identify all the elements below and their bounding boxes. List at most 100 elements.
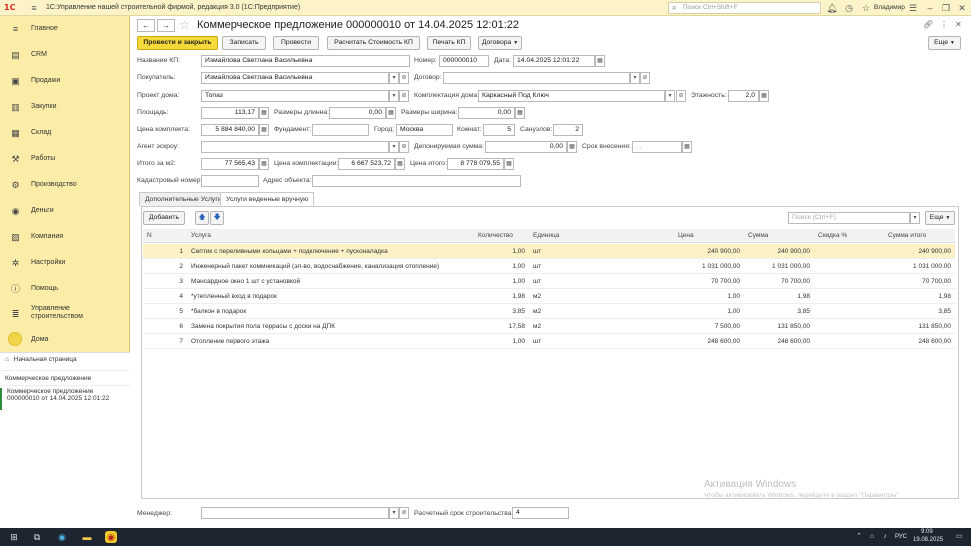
back-button[interactable]: ←	[137, 19, 155, 32]
length-field[interactable]: 0,00	[329, 107, 386, 119]
file-explorer-icon[interactable]: ▬	[81, 531, 93, 543]
clock-date[interactable]: 19.08.2025	[913, 537, 943, 543]
history-icon[interactable]: ◷	[843, 2, 855, 14]
edge-icon[interactable]: ◉	[56, 531, 68, 543]
calculator-icon[interactable]: ▦	[759, 90, 769, 102]
total-field[interactable]: 8 778 079,55	[447, 158, 504, 170]
more-button[interactable]: Еще ▼	[928, 36, 961, 50]
sidebar-item-production[interactable]: ⚙ Производство	[0, 177, 130, 195]
calculator-icon[interactable]: ▦	[259, 107, 269, 119]
calculator-icon[interactable]: ▦	[395, 158, 405, 170]
agent-field[interactable]	[201, 141, 389, 153]
chevron-down-icon[interactable]: ▾	[389, 90, 399, 102]
close-form-icon[interactable]: ✕	[955, 20, 962, 29]
more-vert-icon[interactable]: ⋮	[940, 20, 948, 29]
language-indicator[interactable]: РУС	[895, 534, 907, 540]
open-document-link[interactable]: Коммерческое предложение 000000010 от 14…	[0, 388, 130, 410]
move-up-icon[interactable]: 🡅	[195, 211, 209, 225]
sidebar-item-purchases[interactable]: ▥ Закупки	[0, 99, 130, 117]
windows-start-icon[interactable]: ⊞	[8, 531, 20, 543]
minimize-icon[interactable]: –	[924, 2, 936, 14]
notifications-icon[interactable]: ▭	[953, 531, 965, 543]
table-row[interactable]: 6 Замена покрытия пола террасы с доски на…	[143, 319, 955, 334]
grid-more-button[interactable]: Еще ▼	[925, 211, 955, 225]
calc-cost-button[interactable]: Расчитать Стоимость КП	[327, 36, 420, 50]
print-button[interactable]: Печать КП	[427, 36, 471, 50]
name-field[interactable]: Измайлова Светлана Васильевна	[201, 55, 410, 67]
tab-manual-services[interactable]: Услуги веденные вручную	[220, 192, 315, 206]
sidebar-item-help[interactable]: ⓘ Помощь	[0, 281, 130, 299]
close-icon[interactable]: ✕	[956, 2, 968, 14]
maximize-icon[interactable]: ❐	[940, 2, 952, 14]
sidebar-item-main[interactable]: ≡ Главное	[0, 21, 130, 39]
forward-button[interactable]: →	[157, 19, 175, 32]
chevron-down-icon[interactable]: ▾	[665, 90, 675, 102]
clock-time[interactable]: 9:09	[921, 529, 933, 535]
add-button[interactable]: Добавить	[143, 211, 185, 225]
user-name[interactable]: Владимир	[874, 4, 905, 11]
chevron-down-icon[interactable]: ▾	[910, 212, 920, 224]
col-qty[interactable]: Количество	[478, 232, 513, 239]
open-link-icon[interactable]: ⊘	[399, 72, 409, 84]
kitpricetotal-field[interactable]: 6 667 523,72	[338, 158, 395, 170]
cadastral-field[interactable]	[201, 175, 259, 187]
calculator-icon[interactable]: ▦	[259, 158, 269, 170]
date-field[interactable]: 14.04.2025 12:01:22	[513, 55, 595, 67]
chevron-down-icon[interactable]: ▾	[389, 72, 399, 84]
onec-app-icon[interactable]: ◉	[105, 531, 117, 543]
volume-icon[interactable]: ♪	[879, 531, 891, 543]
address-field[interactable]	[312, 175, 521, 187]
buildterm-field[interactable]: 4	[512, 507, 569, 519]
favorites-icon[interactable]: ☆	[860, 2, 872, 14]
table-row[interactable]: 5 *балкон в подарок 3,85 м2 1,00 3,85 3,85	[143, 304, 955, 319]
manager-field[interactable]	[201, 507, 389, 519]
deposit-field[interactable]: 0,00	[485, 141, 567, 153]
col-total[interactable]: Сумма итого	[888, 232, 926, 239]
col-service[interactable]: Услуга	[191, 232, 211, 239]
open-link-icon[interactable]: ⊘	[399, 507, 409, 519]
calculator-icon[interactable]: ▦	[515, 107, 525, 119]
col-n[interactable]: N	[147, 232, 152, 239]
home-page-link[interactable]: ⌂ Начальная страница	[0, 356, 130, 363]
sidebar-item-money[interactable]: ◉ Деньги	[0, 203, 130, 221]
post-and-close-button[interactable]: Провести и закрыть	[137, 36, 218, 50]
city-field[interactable]: Москва	[396, 124, 453, 136]
sidebar-item-sales[interactable]: ▣ Продажи	[0, 73, 130, 91]
favorite-star-icon[interactable]: ☆	[179, 18, 190, 32]
col-discount[interactable]: Скидка %	[818, 232, 847, 239]
bathrooms-field[interactable]: 2	[553, 124, 583, 136]
tab-additional-services[interactable]: Дополнительные Услуги	[139, 192, 228, 206]
global-search-input[interactable]: ⌕ Поиск Ctrl+Shift+F	[668, 2, 821, 14]
sidebar-item-houses[interactable]: Дома	[0, 332, 130, 350]
kitprice-field[interactable]: 5 884 840,00	[201, 124, 259, 136]
sidebar-item-construction[interactable]: ≣ Управление строительством	[0, 304, 130, 324]
contract-field[interactable]	[443, 72, 630, 84]
task-view-icon[interactable]: ⧉	[31, 531, 43, 543]
chevron-down-icon[interactable]: ▾	[389, 507, 399, 519]
calculator-icon[interactable]: ▦	[259, 124, 269, 136]
sidebar-item-company[interactable]: ▧ Компания	[0, 229, 130, 247]
settings-menu-icon[interactable]: ☰	[907, 2, 919, 14]
foundation-field[interactable]	[312, 124, 369, 136]
sidebar-item-works[interactable]: ⚒ Работы	[0, 151, 130, 169]
calculator-icon[interactable]: ▦	[567, 141, 577, 153]
grid-search-input[interactable]: Поиск (Ctrl+F)	[788, 212, 910, 224]
col-sum[interactable]: Сумма	[748, 232, 768, 239]
table-row[interactable]: 3 Мансардное окно 1 шт с установкой 1,00 шт…	[143, 274, 955, 289]
table-row[interactable]: 7 Отопление первого этажа 1,00 шт 248 600,00…	[143, 334, 955, 349]
link-icon[interactable]: 🔗︎	[923, 20, 933, 29]
col-unit[interactable]: Единица	[533, 232, 559, 239]
sidebar-item-crm[interactable]: ▤ CRM	[0, 47, 130, 65]
rooms-field[interactable]: 5	[483, 124, 515, 136]
calendar-icon[interactable]: ▦	[682, 141, 692, 153]
tray-up-icon[interactable]: ⌃	[853, 531, 865, 543]
kit-field[interactable]: Каркасный Под Ключ	[478, 90, 665, 102]
col-price[interactable]: Цена	[678, 232, 694, 239]
calculator-icon[interactable]: ▦	[386, 107, 396, 119]
table-row[interactable]: 4 *утепленный вход в подарок 1,98 м2 1,00 1,9…	[143, 289, 955, 304]
floors-field[interactable]: 2,0	[728, 90, 759, 102]
sidebar-item-settings[interactable]: ✲ Настройки	[0, 255, 130, 273]
move-down-icon[interactable]: 🡇	[210, 211, 224, 225]
buyer-field[interactable]: Измайлова Светлана Васильевна	[201, 72, 389, 84]
calculator-icon[interactable]: ▦	[504, 158, 514, 170]
